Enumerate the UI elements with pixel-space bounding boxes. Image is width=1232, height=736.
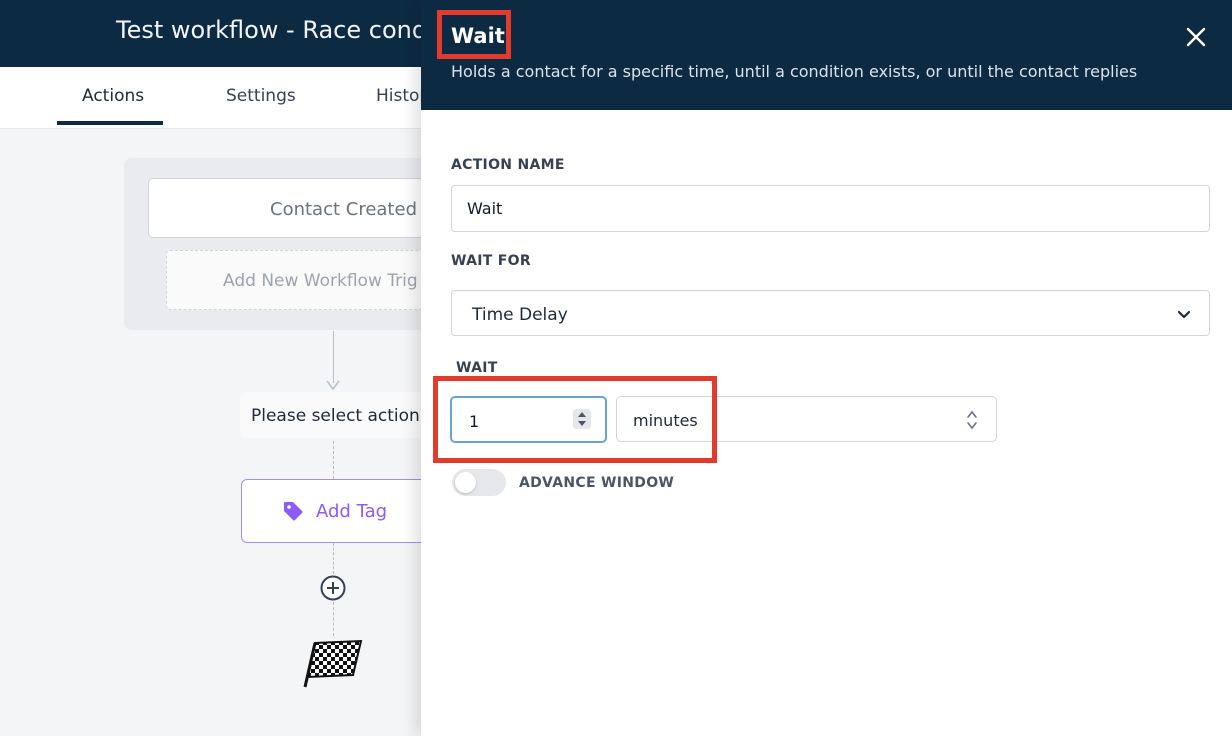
wait-for-select[interactable]: Time Delay	[451, 290, 1210, 336]
arrow-down-icon	[326, 380, 340, 390]
advance-window-label: ADVANCE WINDOW	[519, 475, 675, 491]
action-name-input[interactable]	[451, 185, 1210, 232]
select-action-step[interactable]: Please select action	[240, 392, 440, 438]
tab-settings[interactable]: Settings	[226, 86, 296, 106]
active-tab-indicator	[57, 121, 163, 125]
select-updown-icon	[967, 410, 977, 430]
close-icon[interactable]	[1183, 24, 1209, 50]
connector-line	[333, 602, 334, 636]
connector-line	[333, 441, 334, 479]
drawer-header: Wait Holds a contact for a specific time…	[421, 0, 1232, 110]
connector-line	[333, 331, 334, 383]
action-name-label: ACTION NAME	[451, 157, 565, 173]
select-action-label: Please select action	[251, 406, 420, 426]
tag-icon	[284, 502, 303, 521]
tab-actions[interactable]: Actions	[82, 86, 144, 106]
wait-for-label: WAIT FOR	[451, 253, 531, 269]
chevron-down-icon	[1177, 310, 1191, 319]
toggle-knob	[455, 472, 476, 493]
highlight-box-wait	[433, 376, 717, 463]
trigger-label: Contact Created	[270, 199, 417, 220]
add-tag-step[interactable]: Add Tag	[241, 479, 443, 543]
highlight-box-title	[437, 10, 511, 59]
wait-label: WAIT	[456, 360, 498, 376]
advance-window-toggle[interactable]	[452, 469, 506, 496]
connector-line	[333, 543, 334, 574]
wait-for-value: Time Delay	[472, 305, 568, 325]
add-trigger-label: Add New Workflow Trig	[223, 271, 418, 291]
add-tag-label: Add Tag	[316, 501, 388, 522]
wait-action-drawer: Wait Holds a contact for a specific time…	[421, 0, 1232, 736]
drawer-subtitle: Holds a contact for a specific time, unt…	[451, 62, 1138, 81]
checkered-flag-icon	[303, 639, 363, 688]
workflow-title[interactable]: Test workflow - Race conditio	[116, 16, 465, 44]
tab-history[interactable]: Histor	[376, 86, 426, 106]
plus-circle-icon[interactable]	[320, 575, 346, 601]
